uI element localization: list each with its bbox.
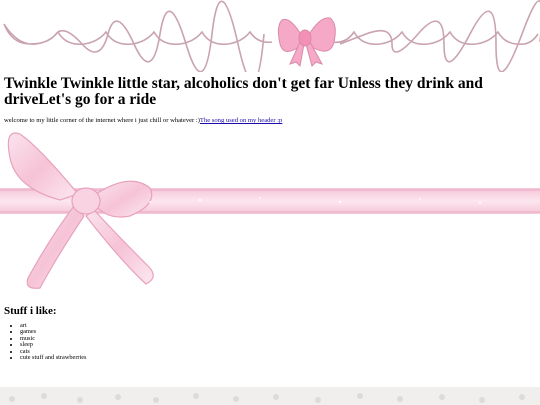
ribbon-image	[0, 132, 540, 289]
welcome-text-block: welcome to my little corner of the inter…	[4, 117, 282, 125]
welcome-text: welcome to my little corner of the inter…	[4, 117, 200, 124]
stuff-list: art games music sleep cats cute stuff an…	[0, 322, 87, 361]
page-title: Twinkle Twinkle little star, alcoholics …	[4, 75, 483, 108]
scallop-border	[3, 0, 540, 72]
stuff-heading: Stuff i like:	[4, 305, 57, 317]
song-link[interactable]: The song used on my header :p	[200, 117, 282, 124]
header-banner	[3, 0, 540, 72]
bow-icon	[277, 17, 336, 68]
footer-lace-image	[0, 387, 540, 405]
list-item: cute stuff and strawberries	[20, 354, 87, 361]
